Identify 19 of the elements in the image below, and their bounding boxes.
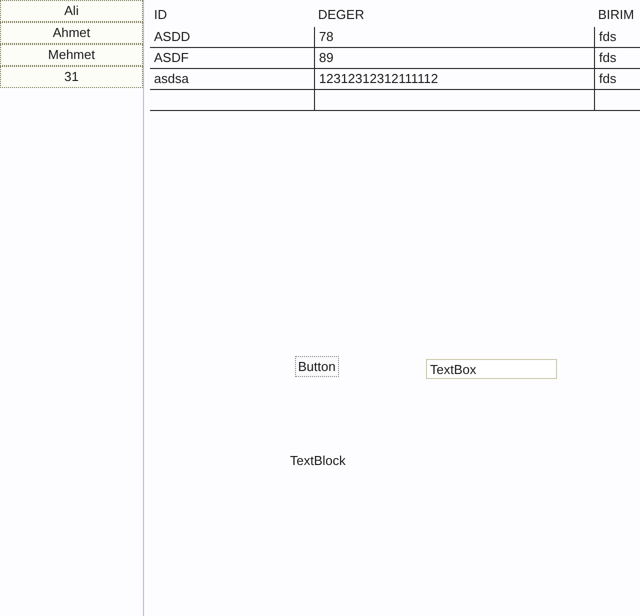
table-cell: 78 — [319, 29, 334, 44]
table-cell: asdsa — [154, 71, 189, 86]
column-header: DEGER — [318, 6, 364, 22]
button[interactable]: Button — [295, 356, 339, 377]
table-cell: 12312312312111112 — [319, 71, 438, 86]
list-item[interactable]: Ahmet — [0, 22, 143, 44]
table-cell: ASDF — [154, 50, 189, 65]
table-cell: fds — [599, 50, 616, 65]
list-item[interactable]: Mehmet — [0, 44, 143, 66]
text-field[interactable]: TextBox — [426, 359, 557, 379]
table-cell: fds — [599, 29, 616, 44]
table-cell: 89 — [319, 50, 334, 65]
label-text: TextBlock — [290, 452, 346, 470]
column-header: ID — [154, 6, 167, 22]
list-item[interactable]: Ali — [0, 0, 143, 22]
column-header: BIRIM — [598, 6, 634, 22]
list-item[interactable]: 31 — [0, 66, 143, 88]
table-cell: fds — [599, 71, 616, 86]
table-cell: ASDD — [154, 29, 190, 44]
